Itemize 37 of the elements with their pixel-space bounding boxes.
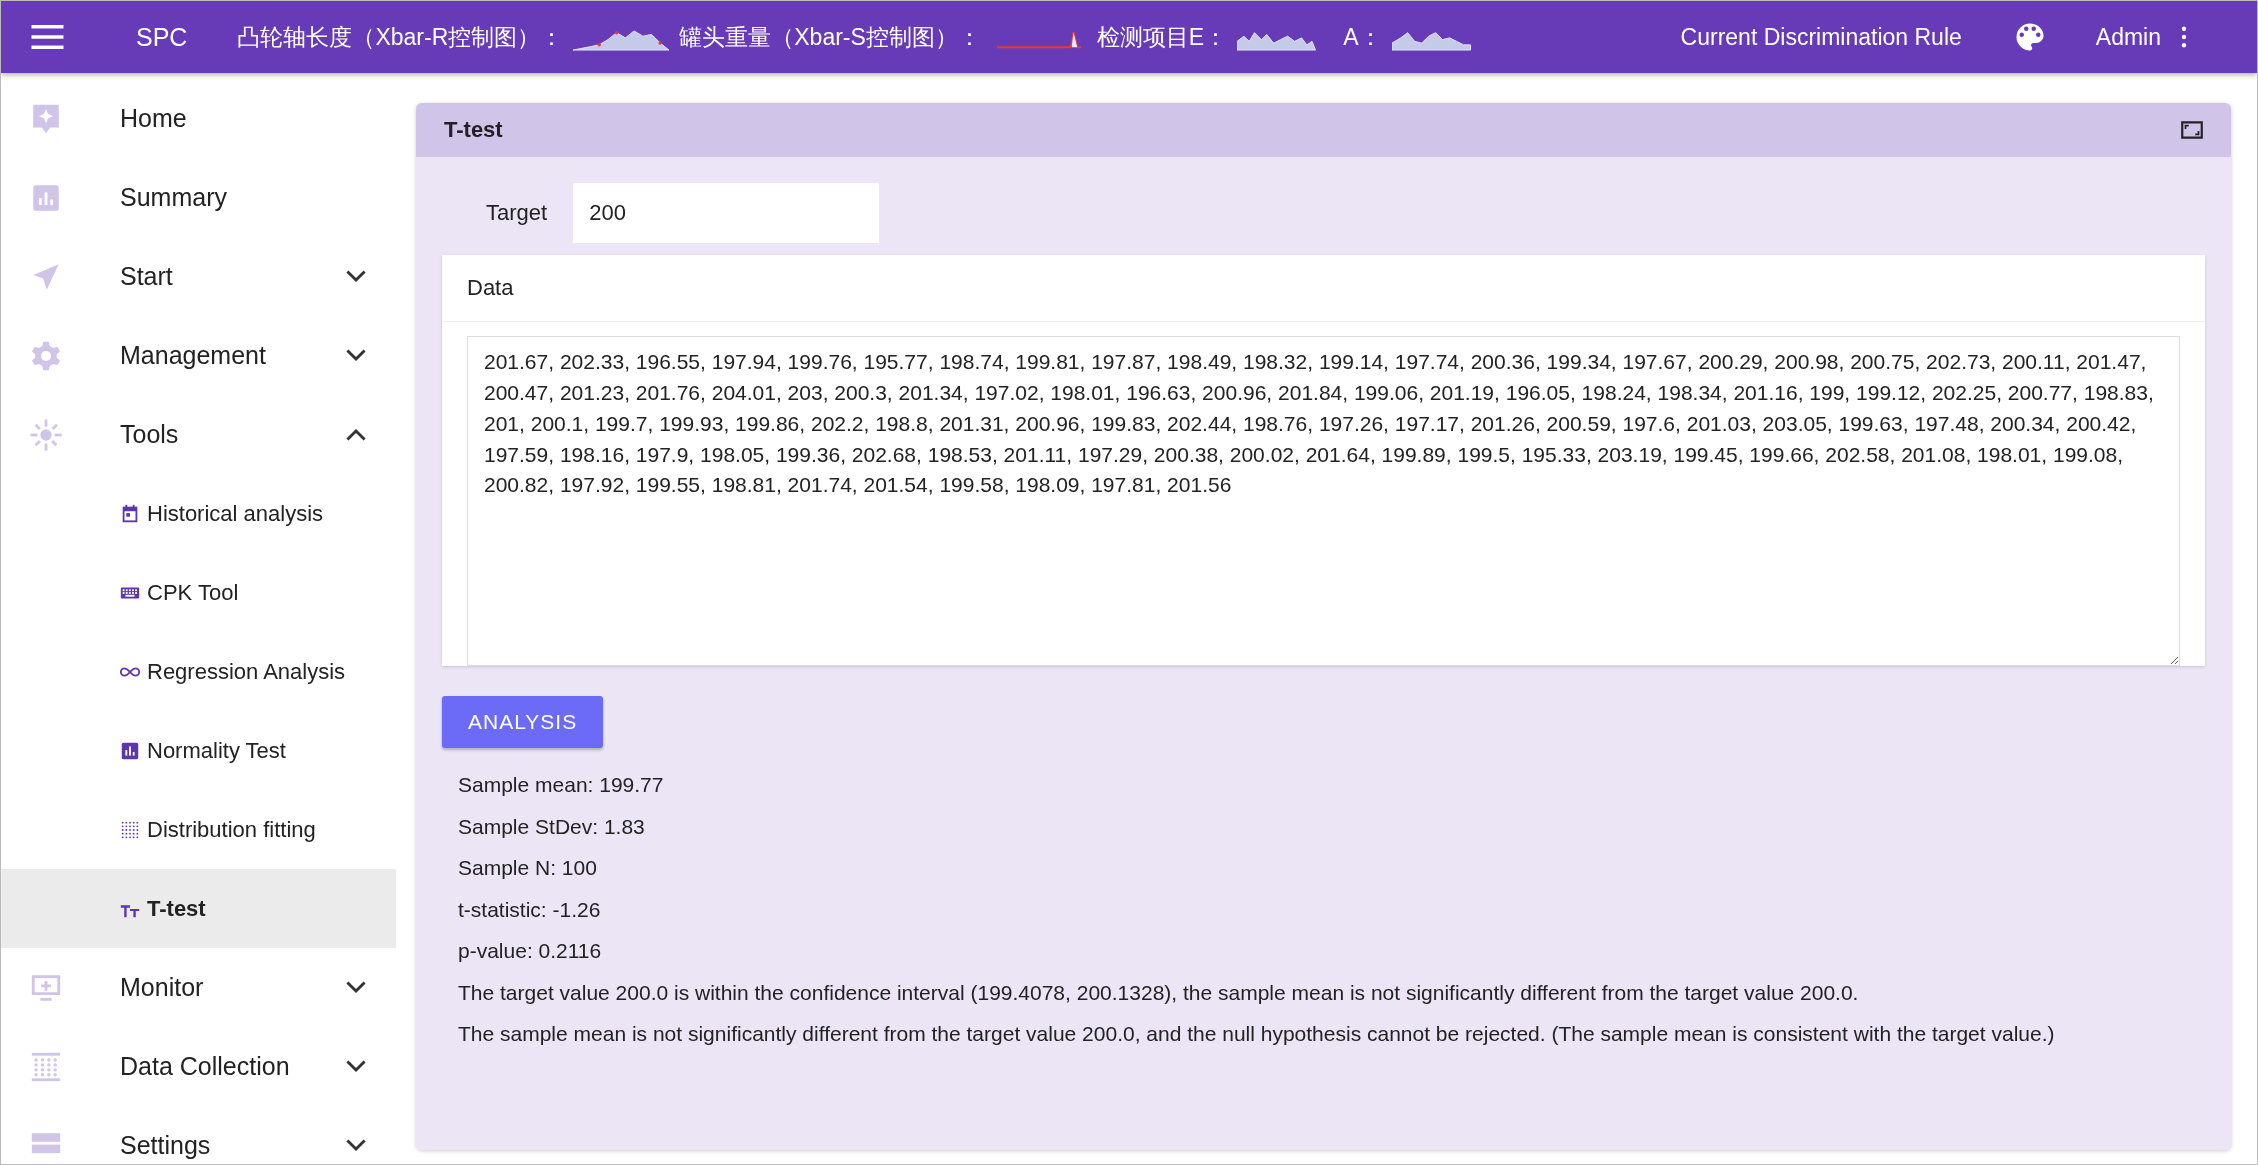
nav-item[interactable]: Summary [1,158,396,237]
monitor-label[interactable]: 罐头重量（Xbar-S控制图）： [679,21,981,53]
result-text: The sample mean is not significantly different from the target value 200.0, and the null hypothesis cannot be rejected. (The sample mean is consistent with the target value.) [458,1021,2056,1047]
discrimination-rule-link[interactable]: Current Discrimination Rule [1680,23,1962,51]
result-text: t-statistic: -1.26 [458,896,602,923]
target-input[interactable]: 200 [573,183,880,243]
result-text: Sample N: 100 [458,855,598,881]
data-textarea[interactable]: 201.67, 202.33, 196.55, 197.94, 199.76, 195.77, 198.74, 199.81, 197.87, 198.49, 198.32, 199.14, 197.74, 200.36, 199.34, 197.67, 200.29, 200.98, 200.75, 202.73, 200.11, 201.47, 200.47, 201.23, 201.76, 204.01, 203, 200.3, 201.34, 197.02, 198.01, 196.63, 200.96, 201.84, 199.06, 201.19, 196.05, 198.24, 198.34, 201.16, 199, 199.12, 202.25, 200.77, 198.83, 201, 200.1, 199.7, 199.93, 199.86, 202.2, 198.8, 201.31, 200.96, 199.83, 202.44, 198.76, 197.26, 197.17, 201.26, 200.59, 197.6, 201.03, 203.05, 199.63, 197.48, 200.34, 200.42, 197.59, 198.16, 197.9, 198.05, 199.36, 202.68, 198.53, 201.11, 197.29, 200.38, 200.02, 201.64, 199.89, 199.5, 195.33, 203.19, 199.45, 199.66, 202.58, 201.08, 198.01, 199.08, 200.82, 197.92, 199.55, 198.81, 201.74, 201.54, 199.58, 198.09, 197.81, 201.56 [467,336,2180,666]
nav-subitem[interactable]: Historical analysis [1,474,396,553]
nav-item[interactable]: Monitor [1,948,396,1027]
nav-item[interactable]: Data Collection [1,1027,396,1106]
app-title: SPC [136,22,188,52]
target-label: Target [486,200,548,226]
menu-icon[interactable] [31,25,64,49]
nav-subitem[interactable]: Regression Analysis [1,632,396,711]
result-text: Sample StDev: 1.83 [458,813,646,840]
panel-title: T-test [444,117,503,143]
nav-item[interactable]: Home [1,79,396,158]
nav-subitem[interactable]: Normality Test [1,711,396,790]
more-icon[interactable] [2181,26,2187,48]
nav-item[interactable]: Settings [1,1106,396,1164]
analysis-button[interactable]: ANALYSIS [442,696,604,748]
nav-subitem[interactable]: CPK Tool [1,553,396,632]
nav-item[interactable]: Management [1,316,396,395]
nav-item[interactable]: Tools [1,395,396,474]
nav-subitem[interactable]: T-test [1,869,396,948]
result-text: Sample mean: 199.77 [458,772,665,798]
result-text: p-value: 0.2116 [458,938,603,964]
data-label: Data [442,255,2205,322]
tools-icon [29,417,63,452]
nav-subitem[interactable]: Distribution fitting [1,790,396,869]
monitor-label[interactable]: 凸轮轴长度（Xbar-R控制图）： [237,21,564,53]
nav-item[interactable]: Start [1,237,396,316]
monitor-label[interactable]: 检测项目E： [1096,21,1228,53]
result-text: The target value 200.0 is within the confidence interval (199.4078, 200.1328), the sample mean is not significantly different from the target value 200.0. [458,979,1860,1006]
user-name[interactable]: Admin [2095,23,2161,51]
monitor-label[interactable]: A： [1343,21,1382,53]
